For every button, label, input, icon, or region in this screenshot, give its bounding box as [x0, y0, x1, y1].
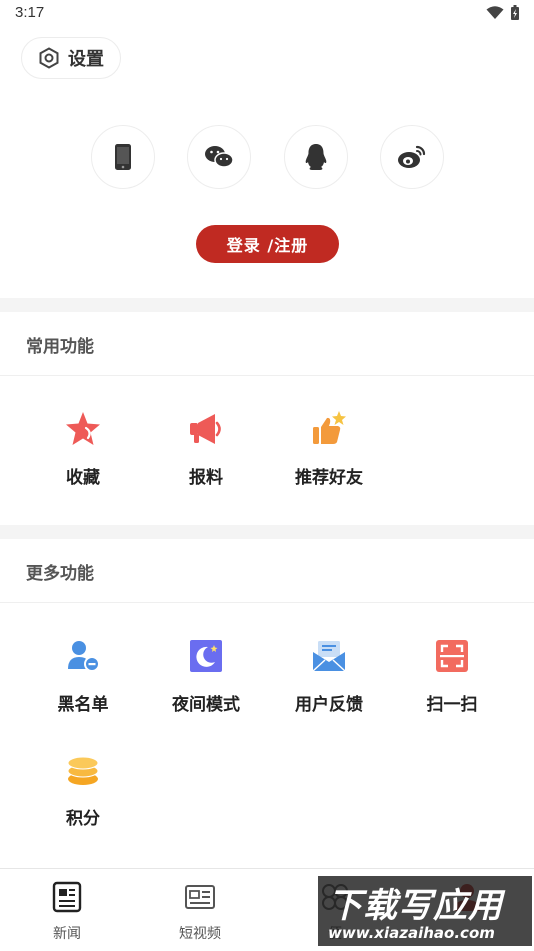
common-functions-title: 常用功能 [26, 337, 94, 357]
status-bar: 3:17 [0, 0, 534, 28]
blacklist-label: 黑名单 [57, 695, 109, 715]
tab-news-label: 新闻 [53, 926, 81, 942]
section-divider [0, 298, 534, 312]
night-mode-item[interactable]: 夜间模式 [156, 636, 256, 715]
section-separator [0, 375, 534, 376]
scan-label: 扫一扫 [426, 695, 478, 715]
coins-icon [67, 756, 99, 785]
qq-icon [305, 144, 327, 170]
thumbs-up-icon [313, 411, 346, 444]
tab-short-video-label: 短视频 [179, 926, 221, 942]
more-functions-title: 更多功能 [26, 564, 94, 584]
favorites-label: 收藏 [66, 468, 100, 488]
blacklist-item[interactable]: 黑名单 [33, 636, 133, 715]
user-block-icon [68, 641, 100, 672]
star-icon [66, 412, 100, 445]
weibo-login-button[interactable] [380, 125, 444, 189]
weibo-icon [398, 145, 426, 168]
night-mode-label: 夜间模式 [172, 695, 240, 715]
phone-login-button[interactable] [91, 125, 155, 189]
status-time: 3:17 [15, 4, 45, 21]
phone-icon [115, 144, 131, 170]
login-register-button[interactable]: 登录 /注册 [196, 225, 339, 263]
watermark-url: www.xiazaihao.com [328, 924, 495, 942]
report-item[interactable]: 报料 [156, 409, 256, 488]
megaphone-icon [190, 414, 221, 444]
points-label: 积分 [66, 809, 100, 829]
tab-short-video[interactable]: 短视频 [155, 881, 245, 943]
report-label: 报料 [189, 468, 223, 488]
recommend-friends-item[interactable]: 推荐好友 [279, 409, 379, 488]
wechat-login-button[interactable] [187, 125, 251, 189]
tab-news[interactable]: 新闻 [22, 881, 112, 943]
settings-button[interactable]: 设置 [21, 37, 121, 79]
settings-label: 设置 [68, 49, 104, 70]
section-separator [0, 602, 534, 603]
points-item[interactable]: 积分 [33, 750, 133, 829]
gear-icon [39, 47, 59, 69]
wechat-icon [205, 146, 234, 168]
watermark-title: 下载写应用 [328, 886, 503, 926]
scan-icon [436, 640, 468, 672]
feedback-label: 用户反馈 [295, 695, 363, 715]
feedback-item[interactable]: 用户反馈 [279, 636, 379, 715]
night-moon-icon [190, 640, 222, 672]
scan-item[interactable]: 扫一扫 [402, 636, 502, 715]
video-icon [185, 885, 215, 909]
recommend-friends-label: 推荐好友 [295, 468, 363, 488]
section-divider [0, 525, 534, 539]
favorites-item[interactable]: 收藏 [33, 409, 133, 488]
battery-icon [511, 5, 519, 20]
qq-login-button[interactable] [284, 125, 348, 189]
wifi-icon [486, 6, 504, 19]
mail-icon [312, 641, 346, 672]
news-icon [52, 881, 82, 913]
watermark-overlay: 下载写应用 www.xiazaihao.com [318, 876, 532, 946]
